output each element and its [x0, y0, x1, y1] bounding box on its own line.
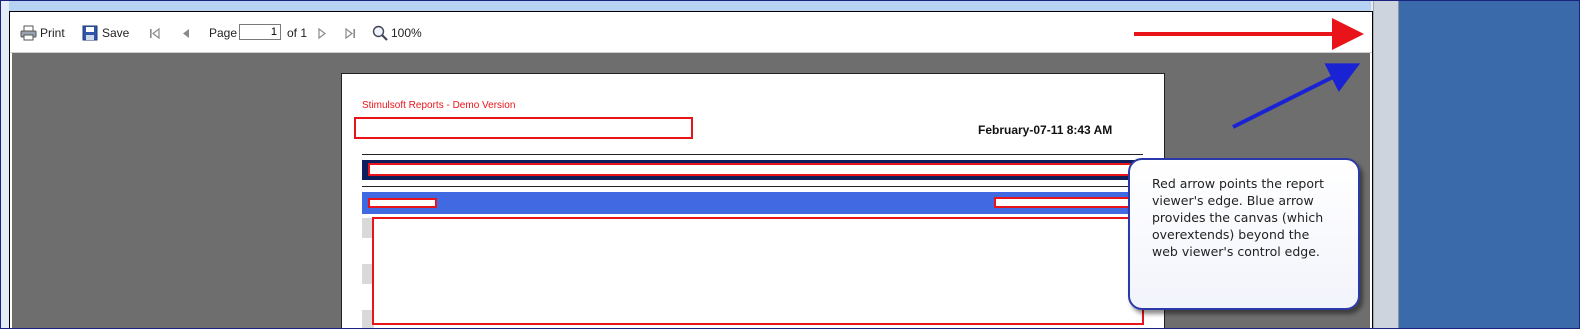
- first-page-button[interactable]: [148, 24, 162, 42]
- viewer-toolbar: Print Save Page 1 of 1 100%: [10, 12, 1372, 53]
- side-panel: [1399, 1, 1579, 328]
- header-rule: [362, 154, 1143, 155]
- page-label: Page: [209, 26, 238, 40]
- page-number-field[interactable]: [239, 24, 281, 40]
- report-date: February-07-11 8:43 AM: [978, 123, 1113, 137]
- report-page: Stimulsoft Reports - Demo Version Februa…: [341, 73, 1165, 328]
- print-icon: [20, 25, 38, 41]
- zoom-icon: [372, 25, 388, 41]
- detail-content-box: [372, 217, 1144, 325]
- window-frame: Print Save Page 1 of 1 100% Stimulsoft R…: [0, 0, 1580, 329]
- top-strip: [9, 1, 1371, 11]
- header-rule-bottom: [362, 186, 1143, 187]
- first-page-icon: [148, 26, 162, 40]
- last-page-icon: [343, 26, 357, 40]
- last-page-button[interactable]: [343, 24, 357, 42]
- next-page-button[interactable]: [316, 24, 328, 42]
- zoom-button[interactable]: 100%: [372, 24, 422, 42]
- print-label: Print: [40, 26, 65, 40]
- save-icon: [82, 25, 98, 41]
- save-button[interactable]: Save: [82, 24, 129, 42]
- prev-page-icon: [180, 26, 192, 40]
- column-right-box: [994, 197, 1140, 208]
- demo-version-text: Stimulsoft Reports - Demo Version: [362, 100, 516, 111]
- next-page-icon: [316, 26, 328, 40]
- zoom-level: 100%: [391, 26, 422, 40]
- annotation-callout: Red arrow points the report viewer's edg…: [1128, 158, 1360, 310]
- prev-page-button[interactable]: [180, 24, 192, 42]
- save-label: Save: [102, 26, 130, 40]
- page-count-label: of 1: [287, 26, 308, 40]
- print-button[interactable]: Print: [20, 24, 65, 42]
- header-band-box: [368, 163, 1140, 176]
- column-left-box: [368, 198, 437, 208]
- title-placeholder-box: [354, 117, 693, 139]
- page-number-field-wrap: [239, 23, 281, 41]
- vertical-scrollbar[interactable]: [1373, 1, 1399, 328]
